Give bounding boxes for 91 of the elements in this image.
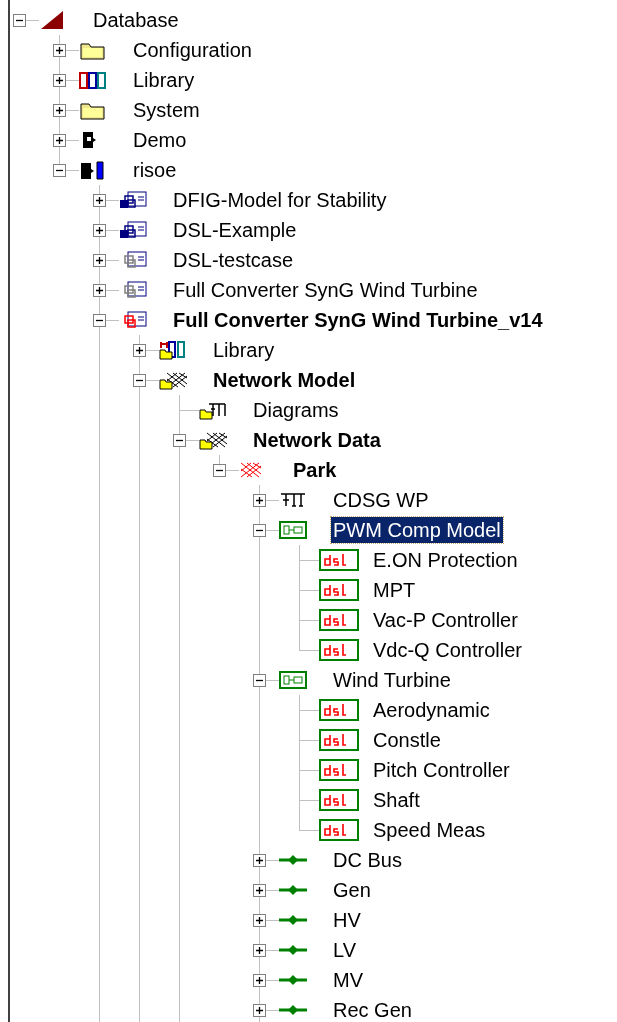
tree-item-label[interactable]: Network Data (251, 427, 383, 453)
tree-item-label[interactable]: Database (91, 7, 181, 33)
dsl-icon (319, 759, 359, 781)
expand-toggle[interactable] (53, 104, 66, 117)
dsl-icon (319, 639, 359, 661)
expand-toggle[interactable] (253, 1004, 266, 1017)
plus-icon (255, 856, 264, 865)
tree-item-label[interactable]: Speed Meas (371, 817, 488, 843)
expand-toggle[interactable] (253, 974, 266, 987)
tree-item-label[interactable]: Pitch Controller (371, 757, 512, 783)
tree-item-label[interactable]: HV (331, 907, 363, 933)
plus-icon (255, 916, 264, 925)
expand-toggle[interactable] (53, 74, 66, 87)
tree-item-label[interactable]: Full Converter SynG Wind Turbine_v14 (171, 307, 545, 333)
plus-icon (55, 136, 64, 145)
collapse-toggle[interactable] (93, 314, 106, 327)
tree-item-label[interactable]: MPT (371, 577, 418, 603)
expand-toggle[interactable] (253, 854, 266, 867)
plus-icon (255, 976, 264, 985)
plus-icon (255, 946, 264, 955)
plus-icon (55, 76, 64, 85)
collapse-toggle[interactable] (253, 674, 266, 687)
plus-icon (255, 496, 264, 505)
expand-toggle[interactable] (93, 194, 106, 207)
tree-item-label[interactable]: Constle (371, 727, 443, 753)
expand-toggle[interactable] (93, 284, 106, 297)
collapse-toggle[interactable] (53, 164, 66, 177)
tree-item-label[interactable]: Configuration (131, 37, 254, 63)
plus-icon (135, 346, 144, 355)
binders-icon (79, 69, 107, 91)
dsl-icon (319, 609, 359, 631)
plus-icon (95, 226, 104, 235)
tree-item-label[interactable]: DC Bus (331, 847, 404, 873)
expand-toggle[interactable] (93, 224, 106, 237)
tree-item-label[interactable]: Full Converter SynG Wind Turbine (171, 277, 480, 303)
dsl-icon (319, 699, 359, 721)
tree-item-label[interactable]: Aerodynamic (371, 697, 492, 723)
tree-item-label[interactable]: Park (291, 457, 339, 483)
tree-item-label[interactable]: Wind Turbine (331, 667, 453, 693)
plus-icon (95, 256, 104, 265)
tree-item-label[interactable]: CDSG WP (331, 487, 431, 513)
collapse-toggle[interactable] (253, 524, 266, 537)
project-icon (119, 219, 147, 241)
plus-icon (95, 196, 104, 205)
tree-item-label[interactable]: MV (331, 967, 365, 993)
block-icon (279, 519, 307, 541)
tree-item-label[interactable]: Library (211, 337, 277, 363)
tree-item-label[interactable]: Vac-P Controller (371, 607, 520, 633)
tree-item-label[interactable]: Rec Gen (331, 997, 414, 1022)
tree-item-label[interactable]: Library (131, 67, 197, 93)
tree-item-label[interactable]: DSL-testcase (171, 247, 296, 273)
dsl-icon (319, 549, 359, 571)
tree-item-label[interactable]: Shaft (371, 787, 422, 813)
plus-icon (55, 106, 64, 115)
tree-item-label[interactable]: DSL-Example (171, 217, 299, 243)
expand-toggle[interactable] (253, 884, 266, 897)
expand-toggle[interactable] (253, 944, 266, 957)
tree-item-label[interactable]: Demo (131, 127, 189, 153)
binders-folder-icon (159, 339, 187, 361)
collapse-toggle[interactable] (213, 464, 226, 477)
user-icon (83, 132, 97, 148)
tree-item-label[interactable]: LV (331, 937, 358, 963)
dsl-icon (319, 579, 359, 601)
tree-item-label[interactable]: E.ON Protection (371, 547, 520, 573)
expand-toggle[interactable] (253, 494, 266, 507)
user-document-icon (79, 159, 107, 181)
collapse-toggle[interactable] (13, 14, 26, 27)
block-icon (279, 669, 307, 691)
project-icon (119, 189, 147, 211)
tree-item-label[interactable]: Network Model (211, 367, 358, 393)
tree-item-label[interactable]: Diagrams (251, 397, 341, 423)
expand-toggle[interactable] (253, 914, 266, 927)
tree-item-label[interactable]: Vdc-Q Controller (371, 637, 524, 663)
collapse-toggle[interactable] (133, 374, 146, 387)
tree-item-label[interactable]: risoe (131, 157, 179, 183)
dsl-icon (319, 729, 359, 751)
tree-item-label[interactable]: DFIG-Model for Stability (171, 187, 389, 213)
dsl-icon (319, 789, 359, 811)
plus-icon (95, 286, 104, 295)
plus-icon (55, 46, 64, 55)
plus-icon (255, 886, 264, 895)
tree-item-label[interactable]: System (131, 97, 202, 123)
plus-icon (255, 1006, 264, 1015)
dsl-icon (319, 819, 359, 841)
expand-toggle[interactable] (53, 44, 66, 57)
collapse-toggle[interactable] (173, 434, 186, 447)
expand-toggle[interactable] (133, 344, 146, 357)
expand-toggle[interactable] (93, 254, 106, 267)
tree-item-label[interactable]: Gen (331, 877, 373, 903)
expand-toggle[interactable] (53, 134, 66, 147)
tree-item-label[interactable]: PWM Comp Model (331, 517, 503, 543)
